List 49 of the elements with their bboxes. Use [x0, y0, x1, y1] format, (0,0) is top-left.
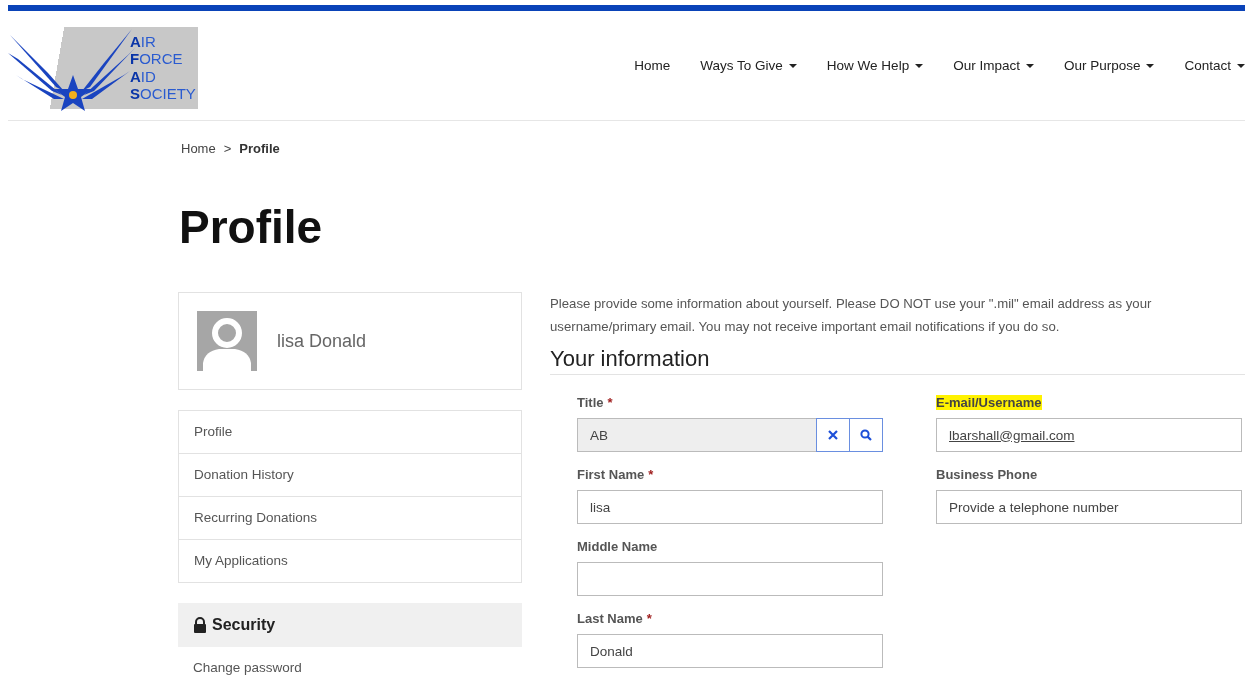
caret-icon	[915, 63, 924, 68]
user-name: lisa Donald	[277, 330, 367, 352]
caret-icon	[788, 63, 797, 68]
nav-link[interactable]: Ways To Give	[685, 58, 812, 73]
required-mark: *	[646, 611, 652, 626]
input-field[interactable]: lisa	[577, 490, 883, 524]
security-title: Security	[212, 616, 276, 634]
nav-link[interactable]: How We Help	[811, 58, 939, 73]
nav-link[interactable]: Our Purpose	[1048, 58, 1170, 73]
menu-item[interactable]: Donation History	[179, 454, 521, 497]
input-field[interactable]: Donald	[577, 634, 883, 668]
avatar-icon	[197, 311, 257, 371]
input-field[interactable]: lbarshall@gmail.com	[936, 418, 1242, 452]
menu-item[interactable]: Recurring Donations	[179, 497, 521, 540]
breadcrumb-current: Profile	[239, 141, 280, 156]
lock-icon	[193, 617, 207, 633]
field-label: Middle Name	[577, 539, 658, 554]
caret-icon	[1025, 63, 1034, 68]
logo-text: SOCIETY	[130, 85, 197, 103]
required-mark: *	[648, 467, 654, 482]
logo-text: AID	[130, 67, 157, 85]
menu-item[interactable]: My Applications	[179, 540, 521, 582]
field-label: First Name	[577, 467, 645, 482]
section-title: Your information	[550, 346, 1245, 375]
nav-link[interactable]: Contact	[1169, 58, 1245, 73]
field-label: Last Name	[577, 611, 643, 626]
field-label: Business Phone	[936, 467, 1038, 482]
nav-link[interactable]: Our Impact	[938, 58, 1049, 73]
search-button[interactable]	[849, 418, 883, 452]
nav-link[interactable]: Home	[619, 58, 686, 73]
input-field[interactable]	[577, 562, 883, 596]
caret-icon	[1146, 63, 1155, 68]
field-label: Title	[577, 395, 604, 410]
clear-button[interactable]	[816, 418, 850, 452]
close-icon	[828, 430, 838, 440]
lookup-field[interactable]: AB	[577, 418, 817, 452]
page-title: Profile	[179, 204, 324, 250]
logo-text: FORCE	[130, 50, 184, 68]
breadcrumb-separator: >	[223, 141, 232, 156]
logo-text: AIR	[130, 32, 157, 50]
breadcrumb-link[interactable]: Home	[181, 141, 216, 156]
menu-item[interactable]: Change password	[178, 647, 522, 685]
caret-icon	[1237, 63, 1245, 68]
input-field[interactable]: Provide a telephone number	[936, 490, 1242, 524]
intro-text: Please provide some information about yourself. Please DO NOT use your ".mil" email address as your username/primary email. You may not receive important email notifications if you do so.	[550, 295, 1153, 336]
menu-item[interactable]: Profile	[179, 411, 521, 454]
required-mark: *	[607, 395, 613, 410]
search-icon	[860, 429, 872, 441]
field-label: E-mail/Username	[936, 395, 1042, 410]
